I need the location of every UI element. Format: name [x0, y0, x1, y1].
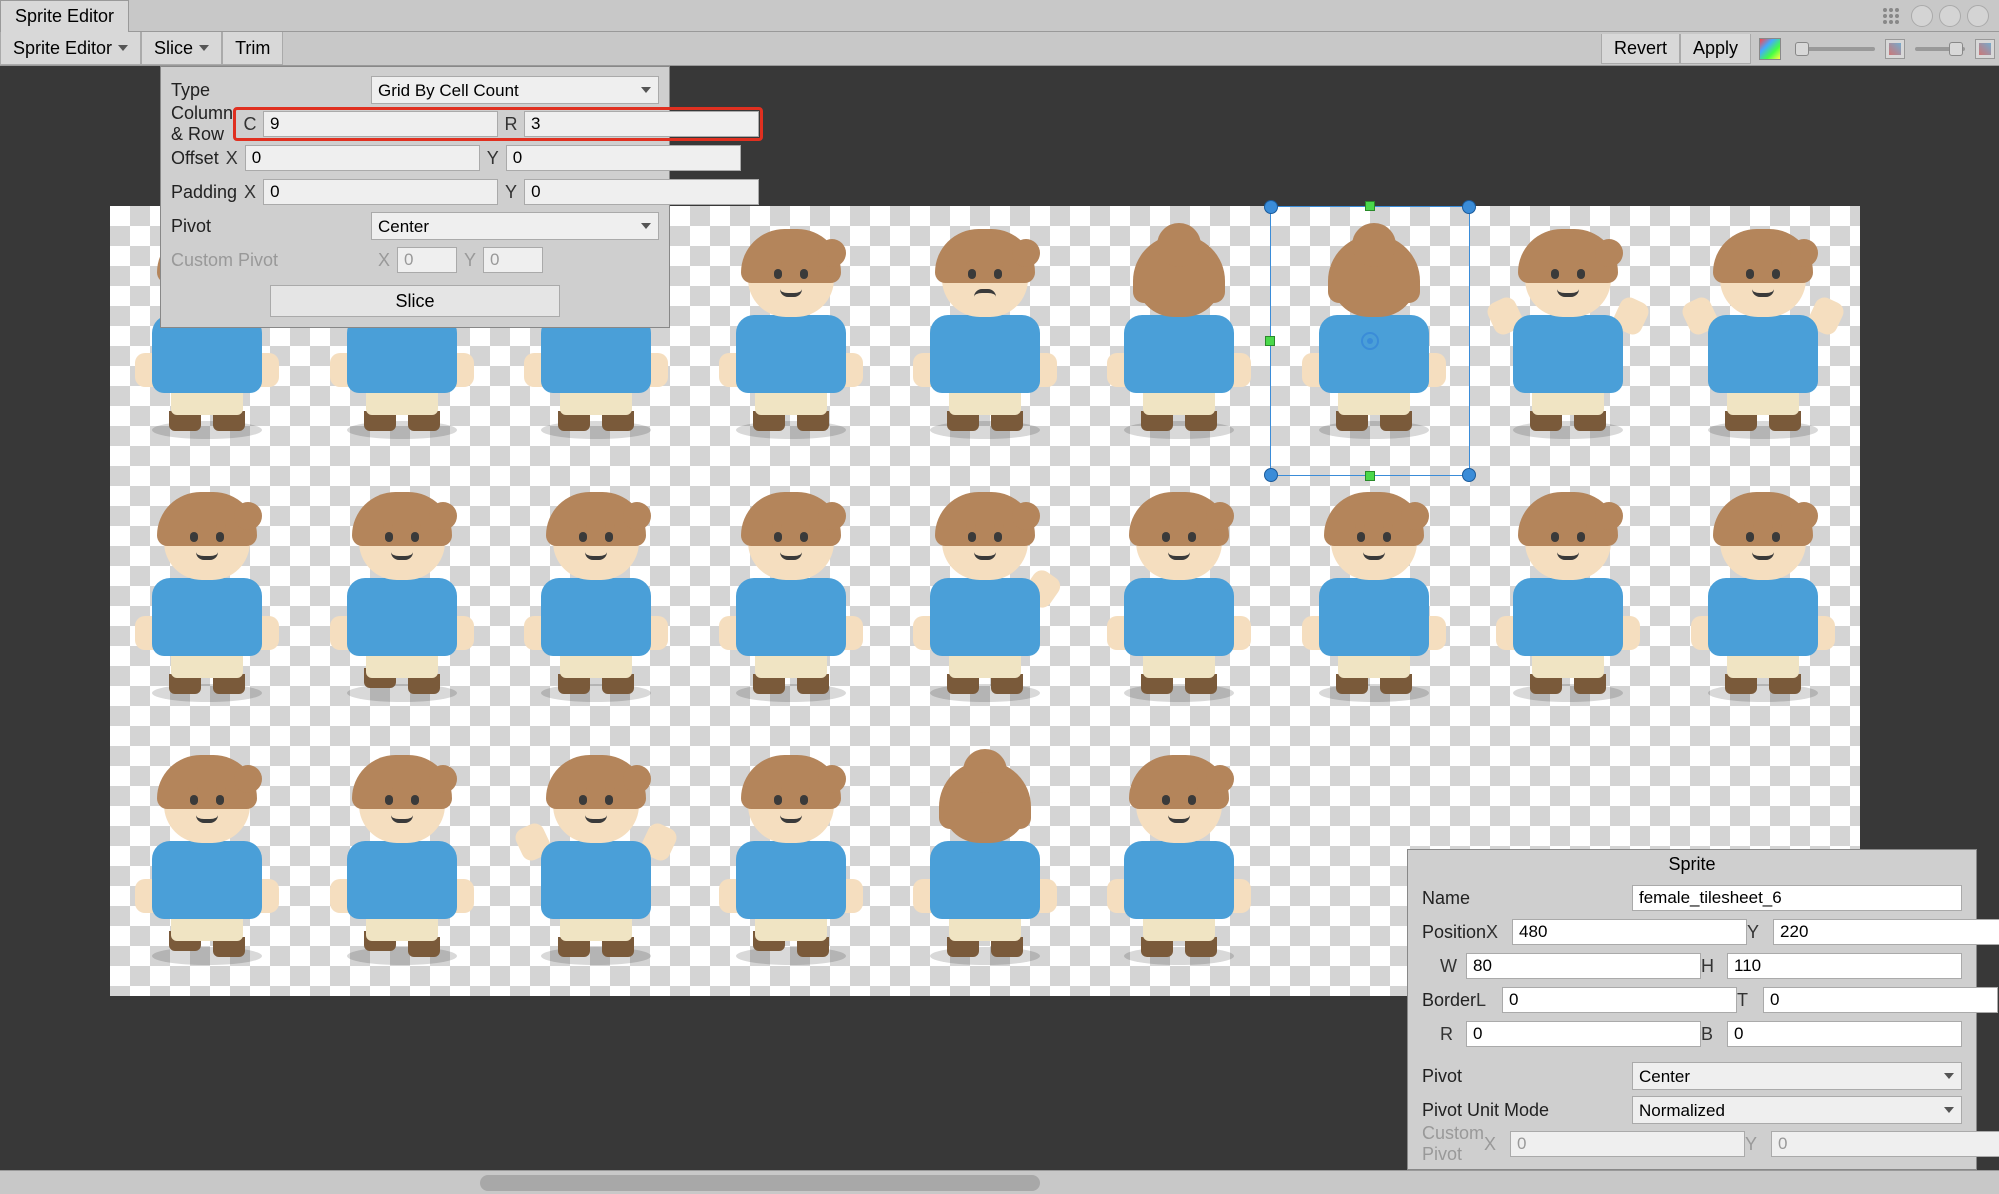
preview-icon[interactable]	[1885, 39, 1905, 59]
horizontal-scrollbar[interactable]	[0, 1170, 1999, 1194]
position-label: Position	[1422, 922, 1486, 943]
slice-panel: Type Grid By Cell Count Column & Row C R…	[160, 66, 670, 328]
sprite-cell[interactable]	[1082, 733, 1276, 996]
row-input[interactable]	[524, 111, 759, 137]
pos-x-input[interactable]	[1512, 919, 1747, 945]
sprite-cell[interactable]	[888, 469, 1082, 732]
sprite-cell[interactable]	[110, 469, 304, 732]
sprite-cell[interactable]	[693, 733, 887, 996]
sprite-cell[interactable]	[888, 206, 1082, 469]
sprite-editor-dropdown[interactable]: Sprite Editor	[0, 32, 141, 65]
sprite-panel-title: Sprite	[1408, 850, 1976, 879]
pivot-unit-select[interactable]: Normalized	[1632, 1096, 1962, 1124]
window-title-tab[interactable]: Sprite Editor	[0, 0, 129, 32]
options-dots-icon[interactable]	[1883, 8, 1899, 24]
sprite-cell[interactable]	[1471, 206, 1665, 469]
offset-label: Offset	[171, 148, 219, 169]
sprite-custom-x-input	[1510, 1131, 1745, 1157]
col-row-label: Column & Row	[171, 103, 233, 145]
custom-pivot-label: Custom Pivot	[171, 250, 371, 271]
opacity-slider[interactable]	[1795, 47, 1875, 51]
column-input[interactable]	[263, 111, 498, 137]
window-title: Sprite Editor	[15, 6, 114, 27]
pivot-label: Pivot	[1422, 1066, 1632, 1087]
sprite-cell[interactable]	[888, 733, 1082, 996]
sprite-cell[interactable]	[499, 733, 693, 996]
sprite-cell[interactable]	[1277, 206, 1471, 469]
sprite-cell[interactable]	[693, 206, 887, 469]
border-r-input[interactable]	[1466, 1021, 1701, 1047]
sprite-cell[interactable]	[499, 469, 693, 732]
custom-pivot-label: Custom Pivot	[1422, 1123, 1484, 1165]
offset-y-input[interactable]	[506, 145, 741, 171]
sprite-cell[interactable]	[110, 733, 304, 996]
color-picker-icon[interactable]	[1759, 38, 1781, 60]
window-controls[interactable]	[1911, 5, 1989, 27]
sprite-cell[interactable]	[304, 469, 498, 732]
border-l-input[interactable]	[1502, 987, 1737, 1013]
sprite-pivot-select[interactable]: Center	[1632, 1062, 1962, 1090]
col-prefix: C	[237, 114, 263, 135]
sprite-cell[interactable]	[304, 733, 498, 996]
title-spacer	[129, 0, 1883, 31]
slice-dropdown[interactable]: Slice	[141, 32, 222, 65]
pos-y-input[interactable]	[1773, 919, 1999, 945]
pos-h-input[interactable]	[1727, 953, 1962, 979]
border-b-input[interactable]	[1727, 1021, 1962, 1047]
pivot-select[interactable]: Center	[371, 212, 659, 240]
scrollbar-thumb[interactable]	[480, 1175, 1040, 1191]
border-t-input[interactable]	[1763, 987, 1998, 1013]
revert-button[interactable]: Revert	[1601, 34, 1680, 64]
fit-icon[interactable]	[1975, 39, 1995, 59]
padding-label: Padding	[171, 182, 237, 203]
trim-button[interactable]: Trim	[222, 32, 283, 65]
pivot-unit-label: Pivot Unit Mode	[1422, 1100, 1632, 1121]
pos-w-input[interactable]	[1466, 953, 1701, 979]
sprite-cell[interactable]	[693, 469, 887, 732]
slice-button[interactable]: Slice	[270, 285, 560, 317]
border-label: Border	[1422, 990, 1476, 1011]
row-prefix: R	[498, 114, 524, 135]
sprite-custom-y-input	[1771, 1131, 1999, 1157]
sprite-cell[interactable]	[1082, 206, 1276, 469]
custom-pivot-x-input	[397, 247, 457, 273]
padding-x-input[interactable]	[263, 179, 498, 205]
padding-y-input[interactable]	[524, 179, 759, 205]
sprite-inspector-panel: Sprite Name Position X Y W H Border L T	[1407, 849, 1977, 1170]
name-label: Name	[1422, 888, 1632, 909]
custom-pivot-y-input	[483, 247, 543, 273]
type-select[interactable]: Grid By Cell Count	[371, 76, 659, 104]
sprite-cell[interactable]	[1666, 206, 1860, 469]
zoom-slider[interactable]	[1915, 47, 1965, 51]
apply-button[interactable]: Apply	[1680, 34, 1751, 64]
pivot-label: Pivot	[171, 216, 371, 237]
sprite-cell[interactable]	[1082, 469, 1276, 732]
offset-x-input[interactable]	[245, 145, 480, 171]
sprite-cell[interactable]	[1666, 469, 1860, 732]
sprite-cell[interactable]	[1471, 469, 1665, 732]
type-label: Type	[171, 80, 371, 101]
sprite-cell[interactable]	[1277, 469, 1471, 732]
sprite-name-input[interactable]	[1632, 885, 1962, 911]
